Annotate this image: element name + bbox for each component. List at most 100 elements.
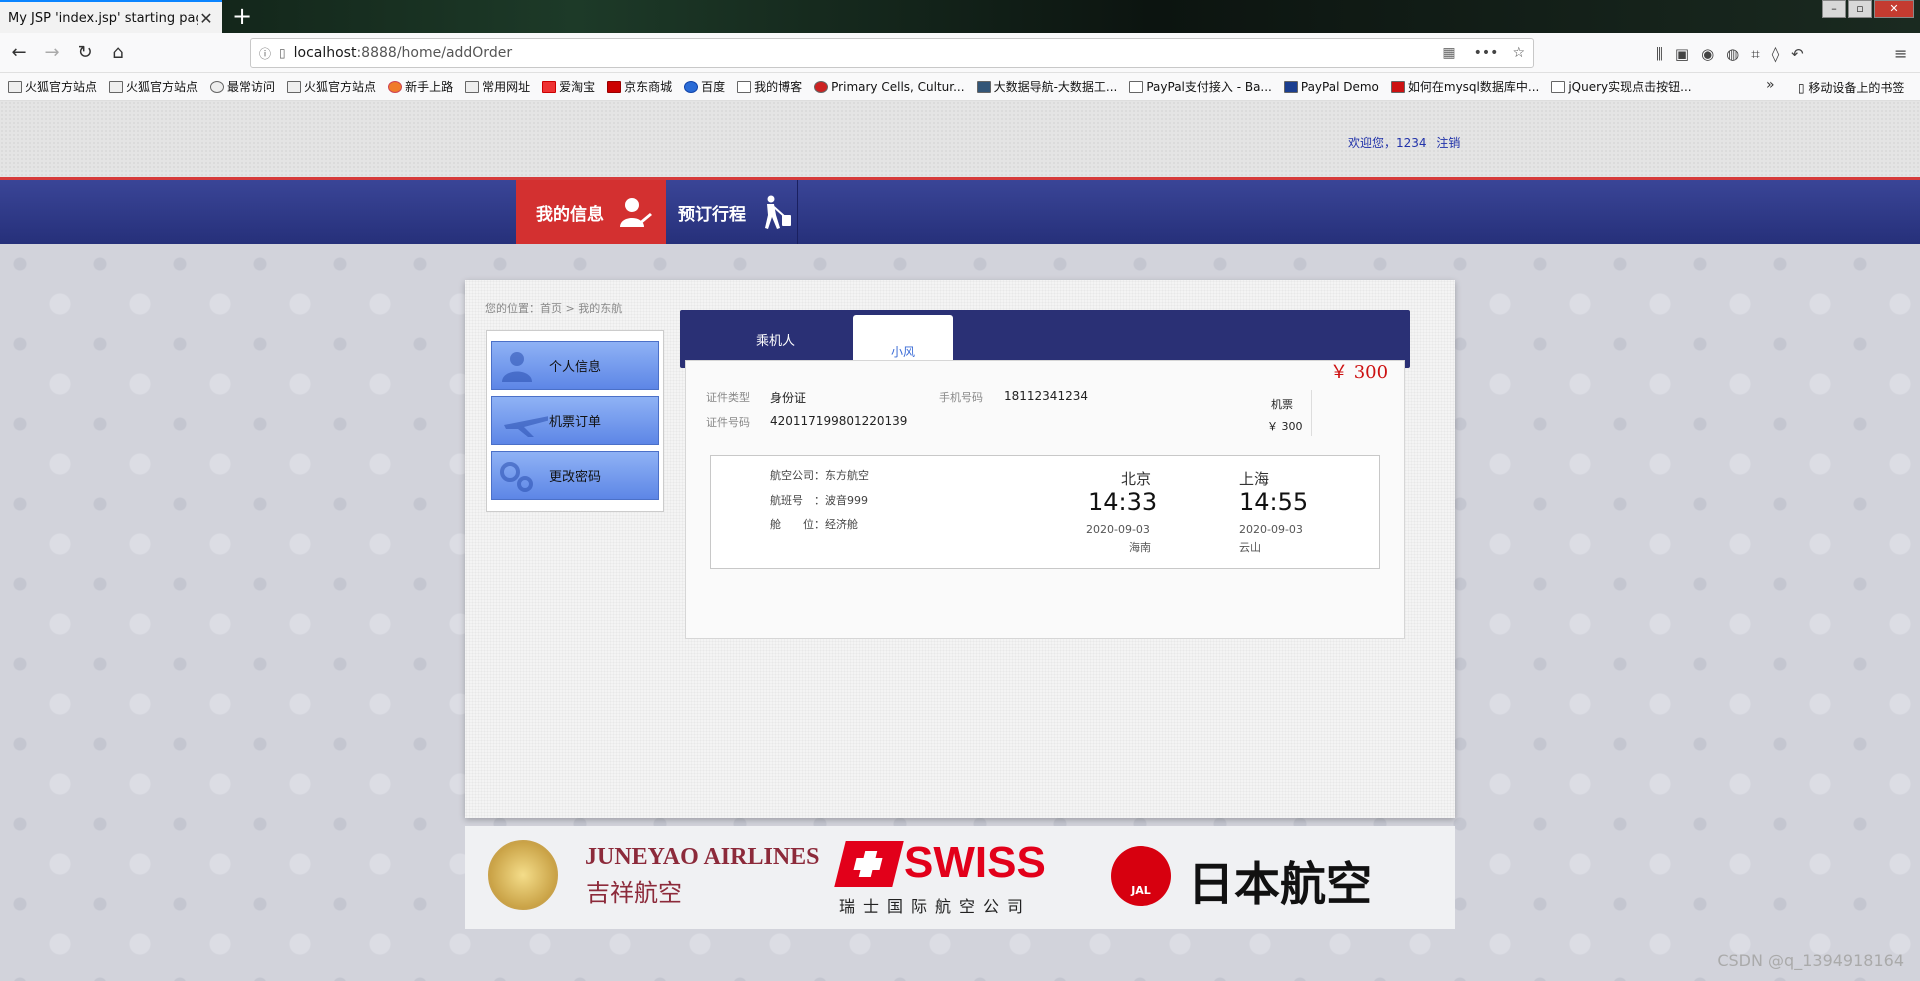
bookmark-item[interactable]: jQuery实现点击按钮... xyxy=(1551,78,1692,95)
url-path: :8888/home/addOrder xyxy=(356,45,513,61)
arrival-time: 14:55 xyxy=(1239,488,1309,516)
swiss-name: SWISS xyxy=(904,838,1046,887)
watermark: CSDN @q_1394918164 xyxy=(1717,951,1904,970)
juneyao-logo xyxy=(488,840,558,910)
bookmark-item[interactable]: Primary Cells, Cultur... xyxy=(814,80,965,94)
browser-tab-strip xyxy=(0,0,1920,33)
bookmarks-bar: 火狐官方站点 火狐官方站点 最常访问 火狐官方站点 新手上路 常用网址 爱淘宝 … xyxy=(0,73,1920,101)
juneyao-name-en: JUNEYAO AIRLINES xyxy=(585,844,820,870)
id-type-value: 身份证 xyxy=(770,391,807,405)
welcome-text: 欢迎您，1234 xyxy=(1348,136,1427,150)
bookmark-item[interactable]: 最常访问 xyxy=(210,78,275,95)
phone-label: 手机号码 xyxy=(939,391,983,404)
blog-icon xyxy=(1551,80,1566,93)
bookmark-item[interactable]: 火狐官方站点 xyxy=(287,78,376,95)
bookmarks-overflow-icon[interactable]: » xyxy=(1766,77,1775,93)
bookmark-item[interactable]: 百度 xyxy=(684,78,725,95)
airline: 航空公司：东方航空 xyxy=(770,469,869,482)
total-price: ￥ 300 xyxy=(1330,362,1389,383)
nav-book-trip[interactable]: 预订行程 xyxy=(666,180,798,244)
mobile-bookmarks[interactable]: ▯ 移动设备上的书签 xyxy=(1798,79,1904,96)
jd-icon xyxy=(607,80,622,93)
welcome-bar: 欢迎您，1234 注销 xyxy=(1348,134,1460,151)
baidu-icon xyxy=(684,80,699,93)
sidebar-item-change-password[interactable]: 更改密码 xyxy=(491,451,659,500)
juneyao-name-cn: 吉祥航空 xyxy=(586,879,682,907)
id-type-label: 证件类型 xyxy=(706,391,750,404)
bookmark-item[interactable]: 大数据导航-大数据工... xyxy=(976,78,1117,95)
arrival-date: 2020-09-03 xyxy=(1239,523,1303,536)
browser-tab[interactable]: My JSP 'index.jsp' starting page ✕ xyxy=(0,0,222,35)
bookmark-item[interactable]: 爱淘宝 xyxy=(542,78,595,95)
forward-icon[interactable]: → xyxy=(37,38,67,68)
sidebar-item-personal-info[interactable]: 个人信息 xyxy=(491,341,659,390)
bookmark-item[interactable]: 如何在mysql数据库中... xyxy=(1390,78,1539,95)
back-icon[interactable]: ← xyxy=(4,38,34,68)
folder-icon xyxy=(109,80,124,93)
ticket-label: 机票 xyxy=(1271,398,1293,411)
swiss-logo xyxy=(834,841,904,887)
bookmark-item[interactable]: 新手上路 xyxy=(388,78,453,95)
id-no-value: 420117199801220139 xyxy=(770,414,908,428)
page-info-icon[interactable]: ⓘ xyxy=(259,45,271,62)
tab-title: My JSP 'index.jsp' starting page xyxy=(8,11,198,26)
bookmark-item[interactable]: 常用网址 xyxy=(465,78,530,95)
firefox-icon xyxy=(388,80,403,93)
url-host: localhost xyxy=(293,45,357,61)
jal-logo: JAL xyxy=(1111,846,1171,906)
divider xyxy=(1311,390,1312,436)
new-tab-icon[interactable]: + xyxy=(228,2,256,30)
toolbar-extension-icons[interactable]: ⫼▣◉◍⌗◊↶ xyxy=(1656,45,1816,63)
url-bar[interactable]: ⓘ ▯ localhost:8888/home/addOrder ▦ ••• ☆ xyxy=(250,38,1534,68)
user-edit-icon xyxy=(620,198,652,227)
airplane-icon xyxy=(504,416,548,437)
bookmark-item[interactable]: PayPal Demo xyxy=(1283,80,1379,94)
departure-city: 北京 xyxy=(1121,470,1152,488)
arrival-airport: 云山 xyxy=(1239,541,1261,554)
qr-code-icon[interactable]: ▦ xyxy=(1442,45,1455,61)
menu-icon[interactable]: ≡ xyxy=(1894,44,1907,63)
close-tab-icon[interactable]: ✕ xyxy=(198,9,214,28)
jal-name-cn: 日本航空 xyxy=(1188,857,1372,911)
close-window-icon[interactable]: ✕ xyxy=(1874,0,1914,18)
bookmark-item[interactable]: 京东商城 xyxy=(607,78,672,95)
paypal-icon xyxy=(1283,80,1298,93)
gears-icon xyxy=(500,462,533,492)
arrival-city: 上海 xyxy=(1239,470,1270,488)
maximize-icon[interactable]: ▫ xyxy=(1848,0,1872,18)
blog-icon xyxy=(737,80,752,93)
folder-icon xyxy=(287,80,302,93)
minimize-icon[interactable]: – xyxy=(1822,0,1846,18)
bookmark-item[interactable]: 我的博客 xyxy=(737,78,802,95)
bookmark-star-icon[interactable]: ☆ xyxy=(1512,45,1525,61)
bookmark-item[interactable]: 火狐官方站点 xyxy=(8,78,97,95)
bookmark-item[interactable]: PayPal支付接入 - Ba... xyxy=(1129,78,1272,95)
tab-passenger[interactable]: 乘机人 xyxy=(756,330,795,349)
csdn-icon xyxy=(1390,80,1405,93)
departure-time: 14:33 xyxy=(1088,488,1158,516)
user-icon xyxy=(502,352,532,382)
breadcrumb: 您的位置：首页 > 我的东航 xyxy=(485,302,623,315)
blog-icon xyxy=(1129,80,1144,93)
folder-icon xyxy=(8,80,22,93)
gear-icon xyxy=(210,80,225,93)
phone-value: 18112341234 xyxy=(1004,389,1088,403)
sidebar-item-ticket-orders[interactable]: 机票订单 xyxy=(491,396,659,445)
nav-my-info[interactable]: 我的信息 xyxy=(516,180,666,244)
reload-icon[interactable]: ↻ xyxy=(70,38,100,68)
cells-icon xyxy=(814,80,829,93)
more-actions-icon[interactable]: ••• xyxy=(1474,45,1499,61)
id-no-label: 证件号码 xyxy=(706,416,750,429)
main-nav xyxy=(0,177,1920,244)
folder-icon xyxy=(465,80,480,93)
ticket-price: ￥ 300 xyxy=(1267,420,1303,433)
logout-link[interactable]: 注销 xyxy=(1436,136,1460,150)
departure-date: 2020-09-03 xyxy=(1086,523,1150,536)
home-icon[interactable]: ⌂ xyxy=(103,38,133,68)
flight-number: 航班号 ：波音999 xyxy=(770,494,868,507)
traveler-icon xyxy=(765,195,791,229)
site-header xyxy=(0,101,1920,177)
bigdata-icon xyxy=(976,80,991,93)
tab-passenger-name[interactable]: 小风 xyxy=(853,315,953,361)
bookmark-item[interactable]: 火狐官方站点 xyxy=(109,78,198,95)
